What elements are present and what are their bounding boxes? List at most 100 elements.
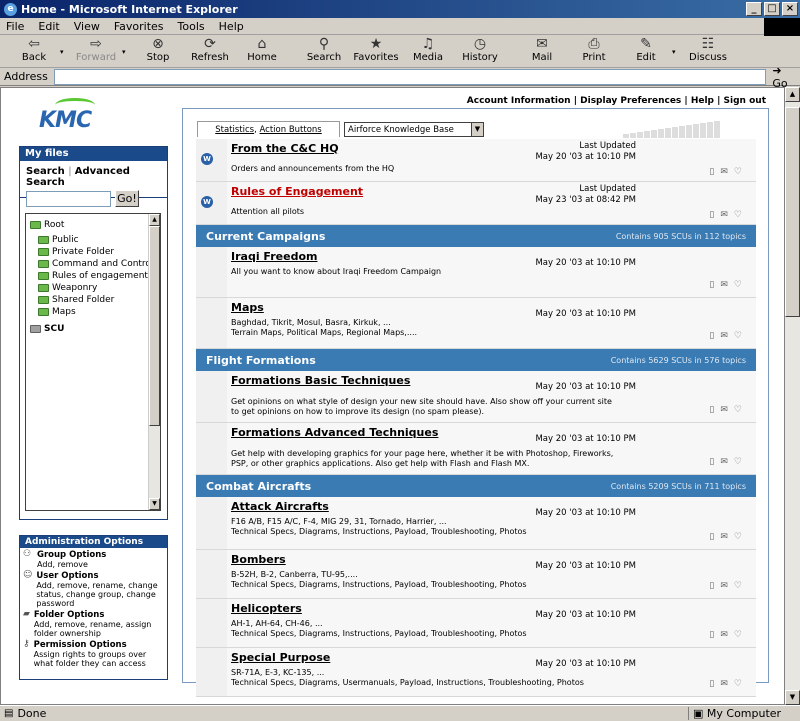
tree-node-command-control[interactable]: Command and Control [38,259,153,269]
envelope-icon[interactable]: ✉ [720,532,728,542]
envelope-icon[interactable]: ✉ [720,210,728,220]
document-icon[interactable]: ▯ [709,167,714,177]
tree-scrollbar[interactable]: ▲ ▼ [148,214,160,510]
forward-button[interactable]: ⇨ Forward [70,36,122,63]
topic-title[interactable]: Bombers [231,553,286,566]
edit-button[interactable]: ✎ Edit [620,36,672,63]
tab-statistics[interactable]: Statistics, Action Buttons [197,121,340,137]
envelope-icon[interactable]: ✉ [720,167,728,177]
folder-options-item[interactable]: ▰ Folder Options Add, remove, rename, assi… [20,608,167,639]
topic-title[interactable]: Helicopters [231,602,302,615]
window-title-bar[interactable]: e Home - Microsoft Internet Explorer _ □… [0,0,800,18]
topic-title[interactable]: Iraqi Freedom [231,250,317,263]
scroll-up-icon[interactable]: ▲ [149,214,160,226]
heart-icon[interactable]: ♡ [734,532,742,542]
topic-row[interactable]: Iraqi Freedom All you want to know about … [196,247,756,298]
envelope-icon[interactable]: ✉ [720,581,728,591]
menu-favorites[interactable]: Favorites [114,20,164,33]
maximize-button[interactable]: □ [764,2,780,16]
document-icon[interactable]: ▯ [709,457,714,467]
topic-row[interactable]: Special Purpose SR-71A, E-3, KC-135, ... T… [196,648,756,697]
media-button[interactable]: ♫ Media [402,36,454,63]
search-link[interactable]: Search [26,166,65,177]
topic-row[interactable]: Bombers B-52H, B-2, Canberra, TU-95,.... T… [196,550,756,599]
tree-node-public[interactable]: Public [38,235,79,245]
knowledge-base-select[interactable]: Airforce Knowledge Base ▼ [344,122,484,137]
close-button[interactable]: × [782,2,798,16]
category-name[interactable]: Flight Formations [206,354,316,367]
topic-title[interactable]: Formations Advanced Techniques [231,426,438,439]
menu-view[interactable]: View [74,20,100,33]
search-button[interactable]: ⚲ Search [298,36,350,63]
scroll-down-icon[interactable]: ▼ [149,498,160,510]
document-icon[interactable]: ▯ [709,679,714,689]
category-header[interactable]: Current Campaigns Contains 905 SCUs in 11… [196,225,756,247]
forum-row[interactable]: W Rules of Engagement Attention all pilots… [196,182,756,225]
discuss-button[interactable]: ☷ Discuss [682,36,734,63]
topic-row[interactable]: Helicopters AH-1, AH-64, CH-46, ... Techni… [196,599,756,648]
page-scrollbar[interactable]: ▲ ▼ [785,87,800,705]
category-name[interactable]: Current Campaigns [206,230,325,243]
page-scroll-thumb[interactable] [785,107,800,317]
account-nav[interactable]: Account Information | Display Preference… [467,96,766,106]
user-options-item[interactable]: ☺ User Options Add, remove, rename, change… [20,569,167,609]
document-icon[interactable]: ▯ [709,532,714,542]
heart-icon[interactable]: ♡ [734,280,742,290]
topic-row[interactable]: Maps Baghdad, Tikrit, Mosul, Basra, Kirku… [196,298,756,349]
action-buttons-link[interactable]: Action Buttons [260,125,322,135]
mail-button[interactable]: ✉ Mail [516,36,568,63]
stop-button[interactable]: ⊗ Stop [132,36,184,63]
category-header[interactable]: Combat Aircrafts Contains 5209 SCUs in 71… [196,475,756,497]
tree-node-shared[interactable]: Shared Folder [38,295,114,305]
address-input[interactable] [53,68,767,85]
envelope-icon[interactable]: ✉ [720,630,728,640]
scroll-down-icon[interactable]: ▼ [785,690,800,705]
forum-title[interactable]: From the C&C HQ [231,142,339,155]
topic-title[interactable]: Special Purpose [231,651,330,664]
menu-edit[interactable]: Edit [38,20,59,33]
heart-icon[interactable]: ♡ [734,581,742,591]
forum-title[interactable]: Rules of Engagement [231,185,363,198]
tree-node-maps[interactable]: Maps [38,307,76,317]
history-button[interactable]: ◷ History [454,36,506,63]
back-button[interactable]: ⇦ Back [8,36,60,63]
topic-title[interactable]: Attack Aircrafts [231,500,329,513]
tree-node-rules[interactable]: Rules of engagement [38,271,148,281]
menu-help[interactable]: Help [219,20,244,33]
statistics-link[interactable]: Statistics [215,125,254,135]
topic-row[interactable]: Attack Aircrafts F16 A/B, F15 A/C, F-4, M… [196,497,756,550]
home-button[interactable]: ⌂ Home [236,36,288,63]
forum-row[interactable]: W From the C&C HQ Orders and announcements… [196,139,756,182]
document-icon[interactable]: ▯ [709,210,714,220]
topic-row[interactable]: Formations Basic Techniques Get opinions … [196,371,756,423]
envelope-icon[interactable]: ✉ [720,405,728,415]
scroll-up-icon[interactable]: ▲ [785,87,800,102]
topic-title[interactable]: Maps [231,301,264,314]
envelope-icon[interactable]: ✉ [720,331,728,341]
tree-node-scu[interactable]: SCU [30,324,64,334]
heart-icon[interactable]: ♡ [734,679,742,689]
envelope-icon[interactable]: ✉ [720,280,728,290]
category-name[interactable]: Combat Aircrafts [206,480,311,493]
chevron-down-icon[interactable]: ▼ [471,123,483,136]
group-options-item[interactable]: ⚇ Group Options Add, remove [20,548,167,570]
document-icon[interactable]: ▯ [709,581,714,591]
tree-node-weaponry[interactable]: Weaponry [38,283,97,293]
category-header[interactable]: Flight Formations Contains 5629 SCUs in 5… [196,349,756,371]
topic-row[interactable]: Formations Advanced Techniques Get help w… [196,423,756,475]
tree-node-root[interactable]: Root [30,220,64,230]
go-button[interactable]: ➜ Go [772,64,800,90]
heart-icon[interactable]: ♡ [734,167,742,177]
heart-icon[interactable]: ♡ [734,331,742,341]
document-icon[interactable]: ▯ [709,280,714,290]
envelope-icon[interactable]: ✉ [720,457,728,467]
minimize-button[interactable]: _ [746,2,762,16]
permission-options-item[interactable]: ⚷ Permission Options Assign rights to grou… [20,638,167,669]
heart-icon[interactable]: ♡ [734,405,742,415]
tree-scroll-thumb[interactable] [149,226,160,426]
topic-title[interactable]: Formations Basic Techniques [231,374,410,387]
menu-tools[interactable]: Tools [178,20,205,33]
print-button[interactable]: ⎙ Print [568,36,620,63]
admin-item-title[interactable]: Group Options [37,550,106,560]
document-icon[interactable]: ▯ [709,331,714,341]
